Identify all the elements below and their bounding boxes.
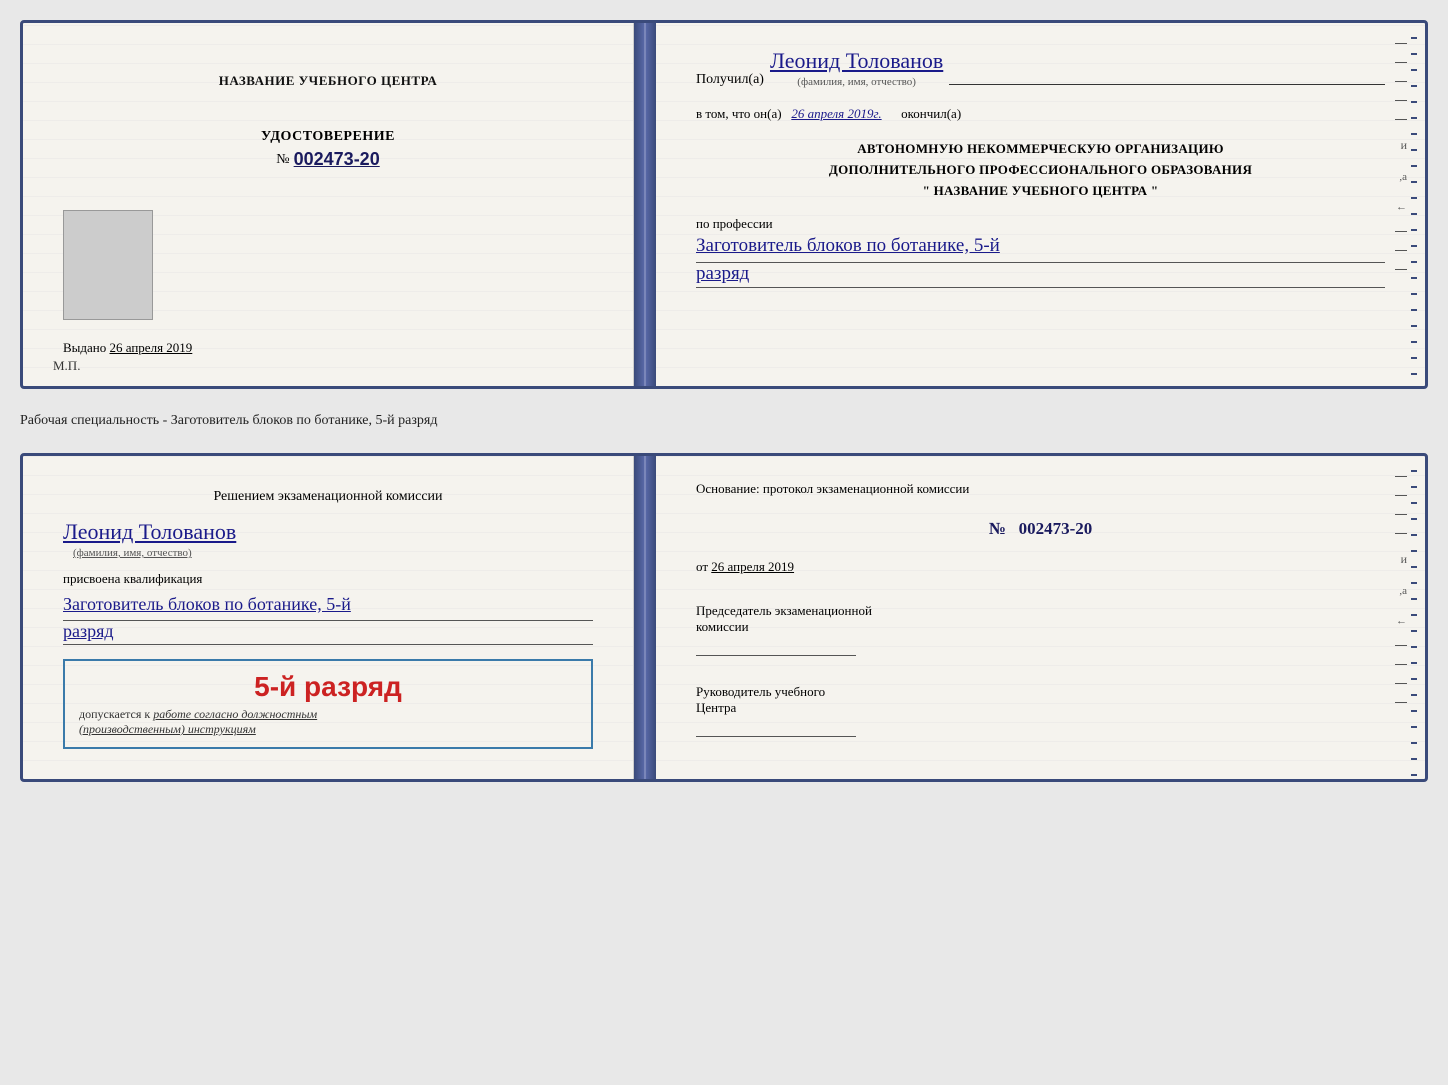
org-block: АВТОНОМНУЮ НЕКОММЕРЧЕСКУЮ ОРГАНИЗАЦИЮ ДО…	[696, 139, 1385, 201]
top-right-panel: Получил(а) Леонид Толованов (фамилия, им…	[656, 23, 1425, 386]
ot-date: 26 апреля 2019	[711, 559, 794, 574]
profession-name: Заготовитель блоков по ботанике, 5-й	[696, 232, 1385, 261]
side-dash-7	[1395, 250, 1407, 251]
side-dash-b8	[1395, 702, 1407, 703]
okkonchil: окончил(а)	[901, 106, 961, 121]
po-professii: по профессии	[696, 216, 1385, 232]
org-line2: ДОПОЛНИТЕЛЬНОГО ПРОФЕССИОНАЛЬНОГО ОБРАЗО…	[696, 160, 1385, 181]
proto-number-block: № 002473-20	[696, 519, 1385, 539]
rukovoditel-line1: Руководитель учебного	[696, 684, 1385, 700]
osnovanie-text: Основание: протокол экзаменационной коми…	[696, 481, 969, 496]
side-i-label: и	[1401, 138, 1407, 153]
side-a-label-2: ,а	[1399, 585, 1407, 597]
side-dash-2	[1395, 62, 1407, 63]
osnovanie-block: Основание: протокол экзаменационной коми…	[696, 481, 1385, 497]
kvalif-name: Заготовитель блоков по ботанике, 5-й	[63, 591, 593, 618]
dopuskaetsya: допускается к	[79, 707, 150, 721]
vydano-line: Выдано 26 апреля 2019	[63, 340, 192, 356]
side-decorative-lines: и ,а ←	[1395, 43, 1407, 366]
vtom-prefix: в том, что он(а)	[696, 106, 782, 121]
side-arrow-label: ←	[1396, 201, 1407, 213]
top-document: НАЗВАНИЕ УЧЕБНОГО ЦЕНТРА УДОСТОВЕРЕНИЕ №…	[20, 20, 1428, 389]
side-dash-6	[1395, 231, 1407, 232]
side-dash-1	[1395, 43, 1407, 44]
rukovoditel-line2: Центра	[696, 700, 1385, 716]
side-dash-b6	[1395, 664, 1407, 665]
side-i-label-2: и	[1401, 552, 1407, 567]
side-dash-3	[1395, 81, 1407, 82]
org-line3: " НАЗВАНИЕ УЧЕБНОГО ЦЕНТРА "	[696, 181, 1385, 202]
prisvoena-label: присвоена квалификация	[63, 571, 202, 587]
side-dash-b2	[1395, 495, 1407, 496]
rabote-label: работе согласно должностным	[153, 707, 317, 721]
rukovoditel-signature-line	[696, 736, 856, 737]
bottom-left-panel: Решением экзаменационной комиссии Леонид…	[23, 456, 634, 779]
side-dash-8	[1395, 269, 1407, 270]
predsedatel-line2: комиссии	[696, 619, 1385, 635]
razryad-bottom: разряд	[63, 621, 593, 642]
side-dash-b7	[1395, 683, 1407, 684]
mp-label: М.П.	[53, 358, 80, 374]
proto-number: 002473-20	[1019, 519, 1093, 538]
badge-number: 5-й разряд	[79, 671, 577, 703]
badge-box: 5-й разряд допускается к работе согласно…	[63, 659, 593, 749]
instruktsiyam-label: (производственным) инструкциям	[79, 722, 256, 736]
side-dash-4	[1395, 100, 1407, 101]
profession-block: по профессии Заготовитель блоков по бота…	[696, 216, 1385, 289]
side-arrow-label-2: ←	[1396, 615, 1407, 627]
separator-text: Рабочая специальность - Заготовитель бло…	[20, 407, 1428, 435]
certified-date: 26 апреля 2019г.	[791, 106, 881, 121]
predsedatel-signature-line	[696, 655, 856, 656]
recipient-line: Получил(а) Леонид Толованов (фамилия, им…	[696, 48, 1385, 88]
side-dash-b5	[1395, 645, 1407, 646]
spine-divider-2	[634, 456, 656, 779]
razryad-name-top: разряд	[696, 263, 1385, 285]
certified-block: в том, что он(а) 26 апреля 2019г. окончи…	[696, 102, 1385, 125]
page-wrapper: НАЗВАНИЕ УЧЕБНОГО ЦЕНТРА УДОСТОВЕРЕНИЕ №…	[20, 20, 1428, 782]
komissia-name: Леонид Толованов	[63, 519, 236, 545]
bottom-right-panel: Основание: протокол экзаменационной коми…	[656, 456, 1425, 779]
dash-line	[949, 84, 1385, 85]
side-decorative-lines-2: и ,а ←	[1395, 476, 1407, 759]
predsedatel-block: Председатель экзаменационной комиссии	[696, 603, 1385, 656]
top-center-title: НАЗВАНИЕ УЧЕБНОГО ЦЕНТРА	[219, 73, 438, 89]
udostoverenie-number: 002473-20	[294, 149, 380, 170]
recipient-name: Леонид Толованов	[770, 48, 943, 74]
photo-placeholder	[63, 210, 153, 320]
ot-line: от 26 апреля 2019	[696, 559, 1385, 575]
number-prefix: №	[276, 152, 289, 168]
udostoverenie-label: УДОСТОВЕРЕНИЕ	[261, 129, 395, 145]
udostoverenie-block: УДОСТОВЕРЕНИЕ № 002473-20	[261, 129, 395, 170]
vydano-date: 26 апреля 2019	[110, 340, 193, 355]
badge-subtext: допускается к работе согласно должностны…	[79, 707, 577, 737]
side-dash-b3	[1395, 514, 1407, 515]
proto-prefix: №	[989, 519, 1006, 538]
bottom-document: Решением экзаменационной комиссии Леонид…	[20, 453, 1428, 782]
side-a-label: ,а	[1399, 171, 1407, 183]
predsedatel-line1: Председатель экзаменационной	[696, 603, 1385, 619]
side-dash-b4	[1395, 533, 1407, 534]
ot-prefix: от	[696, 559, 708, 574]
komissia-title: Решением экзаменационной комиссии	[63, 486, 593, 507]
rukovoditel-block: Руководитель учебного Центра	[696, 684, 1385, 737]
komissia-prefix: Решением экзаменационной комиссии	[213, 489, 442, 504]
spine-divider	[634, 23, 656, 386]
vydano-prefix: Выдано	[63, 340, 106, 355]
poluchil-prefix: Получил(а)	[696, 72, 764, 88]
org-line1: АВТОНОМНУЮ НЕКОММЕРЧЕСКУЮ ОРГАНИЗАЦИЮ	[696, 139, 1385, 160]
recipient-fio-label: (фамилия, имя, отчество)	[797, 76, 916, 88]
side-dash-5	[1395, 119, 1407, 120]
side-dash-b1	[1395, 476, 1407, 477]
komissia-fio-label: (фамилия, имя, отчество)	[73, 547, 192, 559]
top-left-panel: НАЗВАНИЕ УЧЕБНОГО ЦЕНТРА УДОСТОВЕРЕНИЕ №…	[23, 23, 634, 386]
